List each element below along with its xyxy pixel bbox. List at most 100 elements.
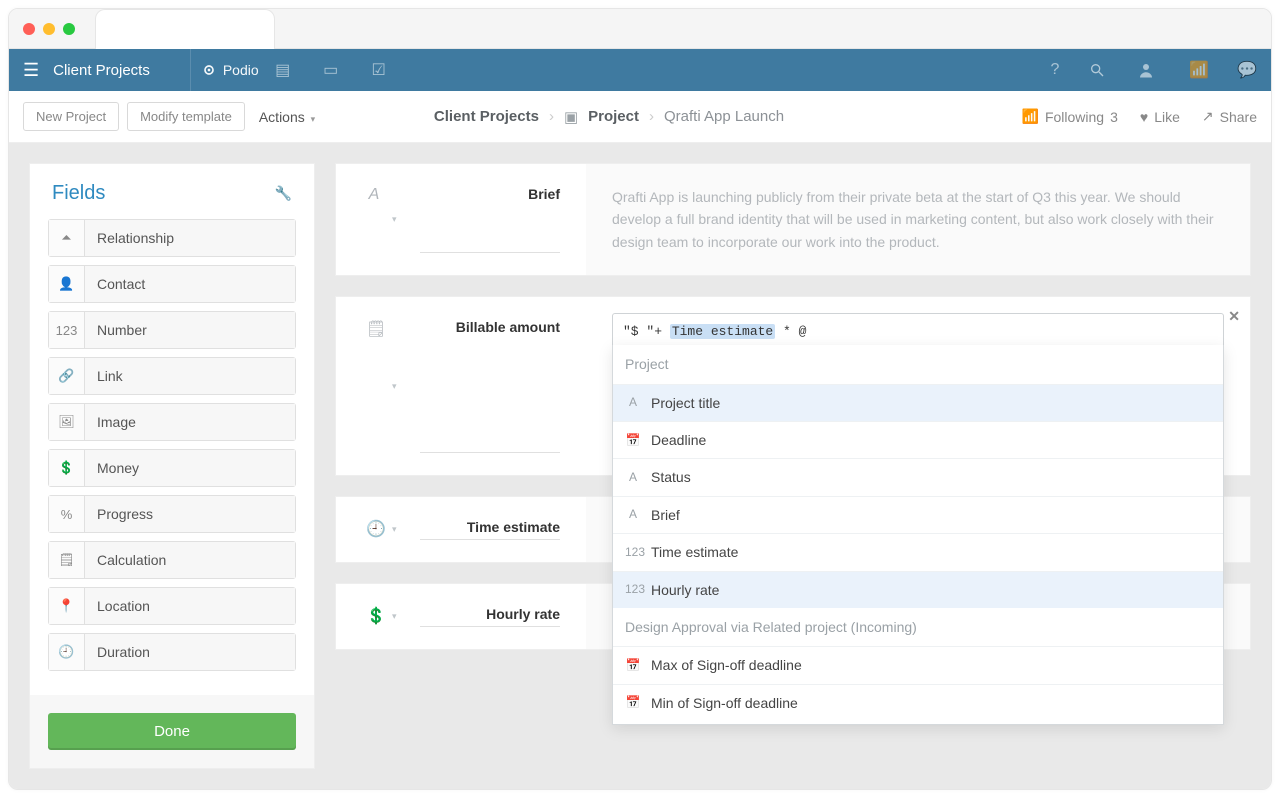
duration-icon: 🕘 [49, 634, 85, 670]
calculation-icon: 🗒 [49, 542, 85, 578]
duration-type-icon: 🕘 [366, 519, 382, 540]
app-name: Podio [223, 62, 259, 78]
autocomplete-dropdown: Project A Project title 📅Deadline A Status AB… [612, 345, 1224, 725]
field-option-label: Money [85, 450, 295, 486]
ac-item[interactable]: 123Hourly rate [613, 571, 1223, 608]
breadcrumb-app[interactable]: Project [588, 108, 639, 125]
contact-icon: 👤 [49, 266, 85, 302]
chevron-down-icon[interactable]: ▾ [392, 611, 397, 622]
ac-item-icon: A [625, 468, 641, 487]
field-label: Billable amount [420, 319, 560, 453]
ac-item-icon: 📅 [625, 431, 641, 450]
field-option-label: Calculation [85, 542, 295, 578]
like-button[interactable]: ♥ Like [1140, 109, 1180, 125]
ac-item[interactable]: 📅Deadline [613, 421, 1223, 458]
ac-item-icon: 123 [625, 580, 641, 599]
field-option-relationship[interactable]: ⏶Relationship [48, 219, 296, 257]
ac-item[interactable]: 123Time estimate [613, 533, 1223, 570]
top-nav: ☰ Client Projects Podio ▤ ▭ ☑ ? 📶 💬 [9, 49, 1271, 91]
close-icon[interactable]: ✕ [1228, 305, 1240, 327]
ac-item-label: Project title [651, 392, 720, 414]
user-menu-icon[interactable] [1137, 61, 1165, 79]
maximize-icon[interactable] [63, 23, 75, 35]
field-option-location[interactable]: 📍Location [48, 587, 296, 625]
field-option-label: Number [85, 312, 295, 348]
done-button[interactable]: Done [48, 713, 296, 750]
ac-item-label: Status [651, 466, 691, 488]
app-window: ☰ Client Projects Podio ▤ ▭ ☑ ? 📶 💬 New … [8, 8, 1272, 790]
close-icon[interactable] [23, 23, 35, 35]
location-icon: 📍 [49, 588, 85, 624]
chevron-down-icon[interactable]: ▾ [392, 381, 397, 392]
workspace-title[interactable]: Client Projects [53, 62, 180, 79]
ac-item-label: Min of Sign-off deadline [651, 692, 798, 714]
minimize-icon[interactable] [43, 23, 55, 35]
field-option-money[interactable]: 💲Money [48, 449, 296, 487]
field-option-label: Image [85, 404, 295, 440]
ac-item-icon: 📅 [625, 656, 641, 675]
ac-item-icon: 📅 [625, 693, 641, 712]
number-icon: 123 [49, 312, 85, 348]
field-option-calculation[interactable]: 🗒Calculation [48, 541, 296, 579]
fields-title: Fields [52, 182, 105, 205]
field-option-label: Contact [85, 266, 295, 302]
calculation-type-icon: 🗒 [366, 319, 382, 453]
actions-menu[interactable]: Actions ▾ [259, 109, 315, 125]
field-option-duration[interactable]: 🕘Duration [48, 633, 296, 671]
calc-token: Time estimate [670, 324, 775, 339]
breadcrumb: Client Projects › ▣ Project › Qrafti App… [434, 108, 784, 126]
progress-icon: % [49, 496, 85, 532]
field-label: Brief [420, 186, 560, 253]
nav-divider [190, 49, 191, 91]
chevron-down-icon[interactable]: ▾ [392, 524, 397, 535]
contacts-icon[interactable]: ▤ [269, 60, 297, 80]
field-option-contact[interactable]: 👤Contact [48, 265, 296, 303]
ac-item-icon: A [625, 393, 641, 412]
text-type-icon: A [366, 186, 382, 253]
ac-section-header: Design Approval via Related project (Inc… [613, 608, 1223, 646]
calendar-icon[interactable]: ▭ [317, 60, 345, 80]
search-icon[interactable] [1089, 62, 1117, 78]
ac-item-icon: 123 [625, 543, 641, 562]
field-option-progress[interactable]: %Progress [48, 495, 296, 533]
tasks-icon[interactable]: ☑ [365, 60, 393, 80]
podio-icon [201, 62, 217, 78]
feed-icon[interactable]: 📶 [1185, 60, 1213, 80]
help-icon[interactable]: ? [1041, 61, 1069, 79]
field-option-label: Link [85, 358, 295, 394]
money-icon: 💲 [49, 450, 85, 486]
main-column: A ▾ Brief Qrafti App is launching public… [335, 163, 1251, 650]
ac-item[interactable]: 📅 Min of Sign-off deadline [613, 684, 1223, 721]
chat-icon[interactable]: 💬 [1233, 60, 1261, 80]
field-option-label: Duration [85, 634, 295, 670]
ac-section-header: Artwork Approval via Related project (In… [613, 721, 1223, 725]
chevron-right-icon: › [549, 108, 554, 125]
breadcrumb-root[interactable]: Client Projects [434, 108, 539, 125]
chevron-down-icon: ▾ [311, 114, 316, 124]
app-logo[interactable]: Podio [201, 62, 259, 78]
traffic-lights [23, 23, 75, 35]
menu-icon[interactable]: ☰ [9, 60, 53, 81]
field-option-label: Progress [85, 496, 295, 532]
breadcrumb-item[interactable]: Qrafti App Launch [664, 108, 784, 125]
new-project-button[interactable]: New Project [23, 102, 119, 131]
wrench-icon[interactable]: 🔧 [275, 185, 292, 202]
field-option-link[interactable]: 🔗Link [48, 357, 296, 395]
browser-tab[interactable] [95, 9, 275, 49]
ac-item[interactable]: A Project title [613, 384, 1223, 421]
field-label: Time estimate [420, 519, 560, 540]
ac-item[interactable]: 📅Max of Sign-off deadline [613, 646, 1223, 683]
share-button[interactable]: ↗ Share [1202, 108, 1257, 125]
chevron-down-icon[interactable]: ▾ [392, 214, 397, 225]
modify-template-button[interactable]: Modify template [127, 102, 245, 131]
field-option-number[interactable]: 123Number [48, 311, 296, 349]
app-indicator-icon: ▣ [564, 108, 578, 126]
ac-item[interactable]: ABrief [613, 496, 1223, 533]
ac-item[interactable]: A Status [613, 458, 1223, 495]
rss-icon: 📶 [1022, 108, 1039, 125]
field-label: Hourly rate [420, 606, 560, 627]
money-type-icon: 💲 [366, 606, 382, 627]
follow-toggle[interactable]: 📶 Following 3 [1022, 108, 1118, 125]
ac-section-header: Project [613, 345, 1223, 383]
field-option-image[interactable]: 🖼Image [48, 403, 296, 441]
